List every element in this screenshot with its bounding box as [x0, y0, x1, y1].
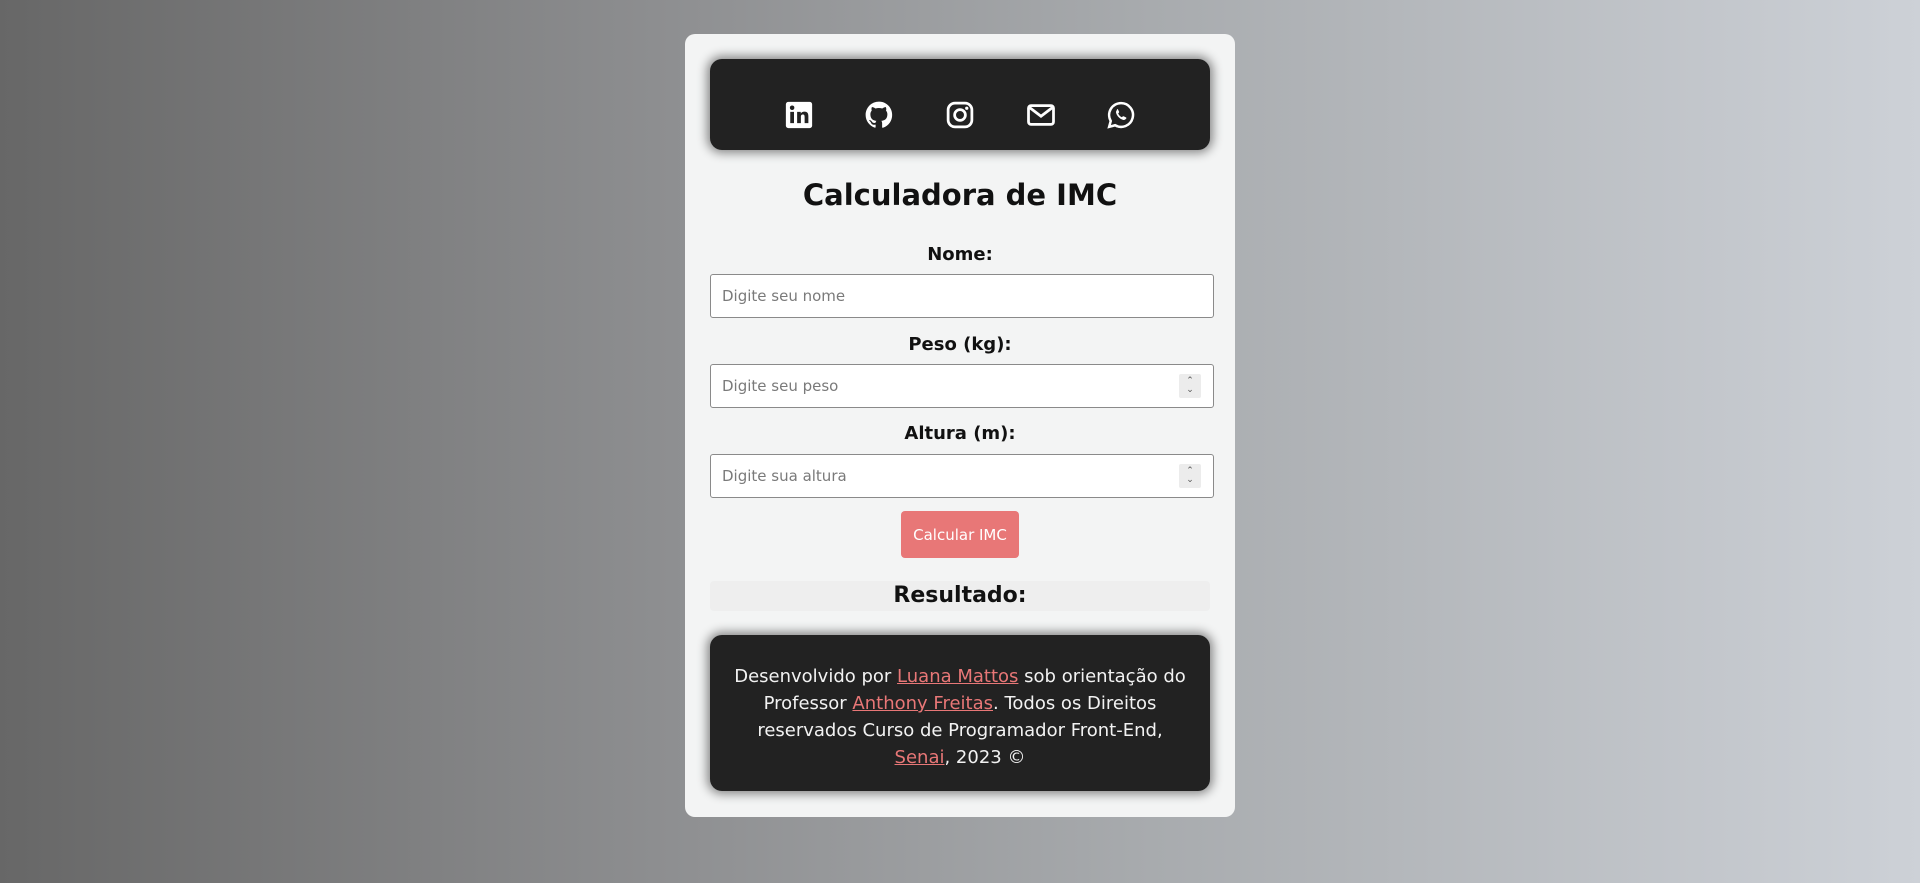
page-title: Calculadora de IMC	[802, 178, 1118, 212]
email-link[interactable]	[1024, 98, 1058, 132]
author-link[interactable]: Luana Mattos	[897, 666, 1018, 687]
name-label: Nome:	[927, 244, 993, 265]
email-icon	[1026, 103, 1055, 126]
footer-text-4: , 2023 ©	[944, 747, 1026, 768]
social-bar	[710, 59, 1210, 150]
linkedin-icon	[785, 101, 812, 128]
footer-text-1: Desenvolvido por	[734, 666, 898, 687]
height-input[interactable]	[710, 454, 1214, 498]
whatsapp-icon	[1107, 101, 1135, 129]
name-input[interactable]	[710, 274, 1214, 318]
github-link[interactable]	[862, 98, 896, 132]
height-label: Altura (m):	[904, 423, 1016, 444]
result-label: Resultado:	[893, 583, 1027, 608]
linkedin-link[interactable]	[782, 98, 816, 132]
weight-stepper[interactable]: ⌃ ⌄	[1179, 374, 1201, 398]
instagram-link[interactable]	[943, 98, 977, 132]
height-stepper[interactable]: ⌃ ⌄	[1179, 464, 1201, 488]
chevron-down-icon: ⌄	[1186, 385, 1194, 395]
result-panel: Resultado:	[710, 581, 1210, 611]
instagram-icon	[946, 101, 974, 128]
calculate-button[interactable]: Calcular IMC	[901, 511, 1019, 558]
github-icon	[865, 101, 893, 128]
weight-input[interactable]	[710, 364, 1214, 408]
professor-link[interactable]: Anthony Freitas	[852, 693, 993, 714]
footer: Desenvolvido por Luana Mattos sob orient…	[710, 635, 1210, 791]
institution-link[interactable]: Senai	[895, 747, 945, 768]
whatsapp-link[interactable]	[1104, 98, 1138, 132]
weight-label: Peso (kg):	[908, 334, 1012, 355]
imc-card: Calculadora de IMC Nome: Peso (kg): ⌃ ⌄ …	[685, 34, 1235, 817]
chevron-down-icon: ⌄	[1186, 475, 1194, 485]
